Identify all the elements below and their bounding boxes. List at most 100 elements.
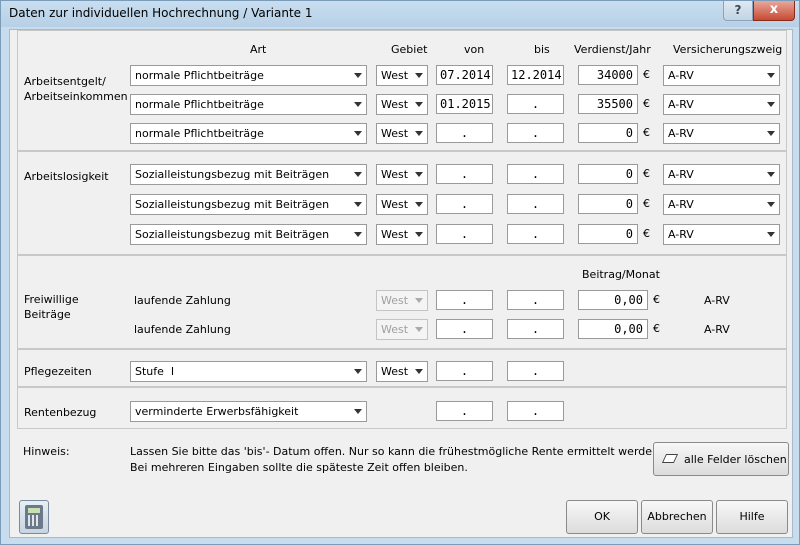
clear-all-button[interactable]: alle Felder löschen xyxy=(653,442,789,476)
art-select[interactable]: Sozialleistungsbezug mit Beiträgen xyxy=(130,194,367,215)
zweig-select[interactable]: A-RV xyxy=(663,194,780,215)
chevron-down-icon xyxy=(354,202,362,207)
art-label: laufende Zahlung xyxy=(134,294,231,307)
verdienst-input[interactable]: 0 xyxy=(578,164,638,184)
gebiet-select[interactable]: West xyxy=(376,319,428,340)
gebiet-select[interactable]: West xyxy=(376,290,428,311)
rente-art-select[interactable]: verminderte Erwerbsfähigkeit xyxy=(130,401,367,422)
zweig-select[interactable]: A-RV xyxy=(663,65,780,86)
chevron-down-icon xyxy=(767,172,775,177)
art-select[interactable]: normale Pflichtbeiträge xyxy=(130,65,367,86)
von-input[interactable]: . xyxy=(436,164,493,184)
verdienst-input[interactable]: 0 xyxy=(578,194,638,214)
gebiet-select[interactable]: West xyxy=(376,123,428,144)
beitrag-input[interactable]: 0,00 xyxy=(578,290,648,310)
verdienst-input[interactable]: 35500 xyxy=(578,94,638,114)
section-pflegezeiten: Pflegezeiten Stufe I West . . xyxy=(17,349,787,387)
ok-button[interactable]: OK xyxy=(566,500,638,534)
von-input[interactable]: . xyxy=(436,123,493,143)
zweig-select[interactable]: A-RV xyxy=(663,164,780,185)
chevron-down-icon xyxy=(354,102,362,107)
gebiet-select[interactable]: West xyxy=(376,224,428,245)
verdienst-input[interactable]: 0 xyxy=(578,123,638,143)
section-rentenbezug: Rentenbezug verminderte Erwerbsfähigkeit… xyxy=(17,387,787,429)
bis-input[interactable]: . xyxy=(507,164,564,184)
label-beitraege: Beiträge xyxy=(24,308,71,321)
art-select[interactable]: Sozialleistungsbezug mit Beiträgen xyxy=(130,224,367,245)
help-button[interactable]: Hilfe xyxy=(716,500,788,534)
chevron-down-icon xyxy=(767,73,775,78)
currency-label: € xyxy=(643,97,650,110)
currency-label: € xyxy=(643,197,650,210)
art-select[interactable]: Sozialleistungsbezug mit Beiträgen xyxy=(130,164,367,185)
currency-label: € xyxy=(643,227,650,240)
title-help-button[interactable]: ? xyxy=(723,1,753,21)
label-freiwillige: Freiwillige xyxy=(24,293,79,306)
bis-input[interactable]: . xyxy=(507,224,564,244)
cancel-button[interactable]: Abbrechen xyxy=(641,500,713,534)
title-close-button[interactable]: x xyxy=(753,1,795,21)
zweig-label: A-RV xyxy=(704,294,730,307)
chevron-down-icon xyxy=(354,409,362,414)
header-gebiet: Gebiet xyxy=(391,43,428,56)
bis-input[interactable]: . xyxy=(507,319,564,339)
header-zweig: Versicherungszweig xyxy=(673,43,783,56)
chevron-down-icon xyxy=(415,131,423,136)
von-input[interactable]: . xyxy=(436,319,493,339)
chevron-down-icon xyxy=(354,369,362,374)
chevron-down-icon xyxy=(354,131,362,136)
section-arbeitsentgelt: Art Gebiet von bis Verdienst/Jahr Versic… xyxy=(17,30,787,151)
verdienst-input[interactable]: 0 xyxy=(578,224,638,244)
dialog-client: Art Gebiet von bis Verdienst/Jahr Versic… xyxy=(9,29,793,538)
von-input[interactable]: . xyxy=(436,361,493,381)
gebiet-select[interactable]: West xyxy=(376,361,428,382)
header-von: von xyxy=(464,43,485,56)
bis-input[interactable]: 12.2014 xyxy=(507,65,564,85)
hinweis-label: Hinweis: xyxy=(23,445,70,458)
currency-label: € xyxy=(643,126,650,139)
chevron-down-icon xyxy=(415,73,423,78)
von-input[interactable]: . xyxy=(436,401,493,421)
beitrag-input[interactable]: 0,00 xyxy=(578,319,648,339)
chevron-down-icon xyxy=(415,232,423,237)
verdienst-input[interactable]: 34000 xyxy=(578,65,638,85)
chevron-down-icon xyxy=(415,202,423,207)
von-input[interactable]: 01.2015 xyxy=(436,94,493,114)
art-select[interactable]: normale Pflichtbeiträge xyxy=(130,123,367,144)
chevron-down-icon xyxy=(415,327,423,332)
gebiet-select[interactable]: West xyxy=(376,194,428,215)
hinweis-text-line2: Bei mehreren Eingaben sollte die spätest… xyxy=(130,461,468,474)
calculator-icon[interactable] xyxy=(19,500,49,534)
gebiet-select[interactable]: West xyxy=(376,164,428,185)
label-arbeitsentgelt: Arbeitsentgelt/ xyxy=(24,75,106,88)
window-title: Daten zur individuellen Hochrechnung / V… xyxy=(9,6,313,20)
zweig-select[interactable]: A-RV xyxy=(663,224,780,245)
zweig-label: A-RV xyxy=(704,323,730,336)
gebiet-select[interactable]: West xyxy=(376,94,428,115)
chevron-down-icon xyxy=(354,73,362,78)
von-input[interactable]: 07.2014 xyxy=(436,65,493,85)
label-arbeitslosigkeit: Arbeitslosigkeit xyxy=(24,170,109,183)
von-input[interactable]: . xyxy=(436,290,493,310)
header-art: Art xyxy=(250,43,267,56)
chevron-down-icon xyxy=(767,131,775,136)
bis-input[interactable]: . xyxy=(507,290,564,310)
art-select[interactable]: normale Pflichtbeiträge xyxy=(130,94,367,115)
von-input[interactable]: . xyxy=(436,224,493,244)
zweig-select[interactable]: A-RV xyxy=(663,123,780,144)
label-arbeitseinkommen: Arbeitseinkommen xyxy=(24,90,128,103)
bis-input[interactable]: . xyxy=(507,361,564,381)
header-beitrag: Beitrag/Monat xyxy=(582,268,660,281)
bis-input[interactable]: . xyxy=(507,401,564,421)
title-bar[interactable]: Daten zur individuellen Hochrechnung / V… xyxy=(1,1,799,27)
von-input[interactable]: . xyxy=(436,194,493,214)
pflege-stufe-select[interactable]: Stufe I xyxy=(130,361,367,382)
chevron-down-icon xyxy=(767,102,775,107)
label-pflegezeiten: Pflegezeiten xyxy=(24,365,92,378)
zweig-select[interactable]: A-RV xyxy=(663,94,780,115)
gebiet-select[interactable]: West xyxy=(376,65,428,86)
bis-input[interactable]: . xyxy=(507,194,564,214)
bis-input[interactable]: . xyxy=(507,94,564,114)
bis-input[interactable]: . xyxy=(507,123,564,143)
eraser-icon xyxy=(661,454,679,463)
